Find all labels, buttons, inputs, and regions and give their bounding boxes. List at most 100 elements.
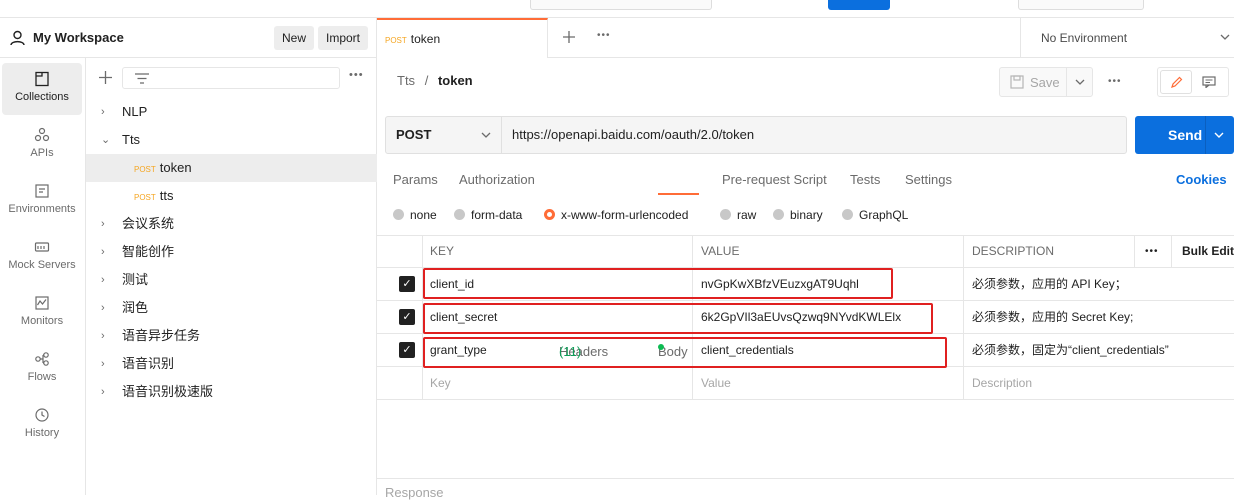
radio-dot (842, 209, 853, 220)
tree-item-label: 语音异步任务 (122, 328, 201, 343)
tree-item-folder[interactable]: › 语音识别 (86, 350, 377, 378)
breadcrumb: Tts / token (397, 73, 473, 88)
search-bar-edge[interactable] (530, 0, 712, 10)
top-button-edge[interactable] (828, 0, 890, 10)
environment-select[interactable]: No Environment (1020, 18, 1234, 58)
chevron-down-icon (481, 132, 491, 138)
tab-params[interactable]: Params (393, 172, 438, 187)
table-header: KEY VALUE DESCRIPTION ••• Bulk Edit (377, 235, 1234, 268)
tree-toolbar: ••• (86, 58, 377, 98)
request-tab-bar: POST token ••• No Environment (377, 18, 1234, 58)
key-placeholder[interactable]: Key (422, 367, 451, 400)
radio-none[interactable]: none (393, 208, 437, 222)
tree-item-label: 测试 (122, 272, 149, 287)
rail-mock-servers[interactable]: Mock Servers (2, 231, 82, 283)
tree-item-folder[interactable]: › NLP (86, 98, 377, 126)
radio-raw[interactable]: raw (720, 208, 756, 222)
request-more-icon[interactable]: ••• (1108, 76, 1122, 87)
method-label: POST (396, 127, 432, 142)
history-icon (35, 408, 49, 422)
breadcrumb-parent[interactable]: Tts (397, 73, 415, 88)
tab-token[interactable]: POST token (377, 18, 548, 58)
tree-item-label: 语音识别 (122, 356, 175, 371)
method-badge: POST (134, 165, 156, 174)
rail-monitors[interactable]: Monitors (2, 287, 82, 339)
row-checkbox[interactable]: ✓ (399, 309, 415, 325)
value-placeholder[interactable]: Value (693, 367, 731, 400)
chevron-down-icon[interactable] (1075, 79, 1085, 86)
row-description[interactable]: 必须参数，应用的 API Key； (964, 268, 1234, 301)
import-button[interactable]: Import (318, 26, 369, 50)
description-placeholder[interactable]: Description (964, 367, 1032, 400)
tree-item-label: 会议系统 (122, 216, 175, 231)
rail-environments[interactable]: Environments (2, 175, 82, 227)
rail-history[interactable]: History (2, 399, 82, 451)
tree-item-folder[interactable]: › 测试 (86, 266, 377, 294)
radio-label: raw (737, 208, 757, 222)
environment-label: No Environment (1041, 31, 1128, 45)
tree-item-request-tts[interactable]: POST tts (86, 182, 377, 210)
rail-label: Mock Servers (8, 259, 76, 271)
table-more-icon[interactable]: ••• (1137, 235, 1159, 268)
top-control-edge[interactable] (1018, 0, 1144, 10)
tab-tests[interactable]: Tests (850, 172, 880, 187)
new-tab-icon[interactable] (563, 31, 575, 43)
tree-item-label: Tts (122, 132, 141, 147)
chevron-right-icon: › (101, 358, 105, 370)
tab-label: token (410, 32, 441, 46)
tree-item-folder[interactable]: › 语音识别极速版 (86, 378, 377, 406)
radio-dot-selected (544, 209, 555, 220)
view-toggle (1157, 67, 1229, 97)
tree-item-folder[interactable]: › 智能创作 (86, 238, 377, 266)
radio-graphql[interactable]: GraphQL (842, 208, 908, 222)
cookies-link[interactable]: Cookies (1176, 172, 1227, 187)
rail-flows[interactable]: Flows (2, 343, 82, 395)
radio-binary[interactable]: binary (773, 208, 823, 222)
chevron-right-icon: › (101, 218, 105, 230)
radio-urlencoded[interactable]: x-www-form-urlencoded (544, 208, 688, 222)
tree-item-label: token (159, 160, 192, 175)
row-description[interactable]: 必须参数，固定为“client_credentials” (964, 334, 1234, 367)
row-checkbox[interactable]: ✓ (399, 342, 415, 358)
chevron-right-icon: › (101, 330, 105, 342)
method-select[interactable]: POST (386, 117, 502, 153)
rail-collections[interactable]: Collections (2, 63, 82, 115)
rail-apis[interactable]: APIs (2, 119, 82, 171)
environments-icon (35, 184, 49, 198)
chevron-right-icon: › (101, 386, 105, 398)
filter-input[interactable] (122, 67, 340, 89)
radio-label: x-www-form-urlencoded (561, 208, 689, 222)
tree-item-request-token[interactable]: POST token (86, 154, 377, 182)
tab-settings[interactable]: Settings (905, 172, 952, 187)
edit-toggle[interactable] (1160, 70, 1192, 94)
row-checkbox[interactable]: ✓ (399, 276, 415, 292)
new-button[interactable]: New (274, 26, 315, 50)
radio-form-data[interactable]: form-data (454, 208, 522, 222)
send-button[interactable]: Send (1135, 116, 1234, 154)
comments-icon[interactable] (1202, 76, 1216, 88)
collections-tree: ••• › NLP ⌄ Tts POST token POST tts › 会议系统… (86, 58, 377, 495)
url-bar: POST https://openapi.baidu.com/oauth/2.0… (385, 116, 1127, 154)
tab-pre-request-script[interactable]: Pre-request Script (722, 172, 827, 187)
table-row-empty: Key Value Description (377, 367, 1234, 400)
row-description[interactable]: 必须参数，应用的 Secret Key; (964, 301, 1234, 334)
chevron-down-icon[interactable] (1214, 132, 1224, 139)
bulk-edit-link[interactable]: Bulk Edit (1174, 235, 1234, 268)
workspace-title: My Workspace (33, 30, 124, 45)
tree-item-folder[interactable]: › 会议系统 (86, 210, 377, 238)
tree-item-label: tts (159, 188, 174, 203)
highlight-box (423, 303, 933, 334)
tree-item-folder[interactable]: › 润色 (86, 294, 377, 322)
tab-authorization[interactable]: Authorization (459, 172, 535, 187)
tree-more-icon[interactable]: ••• (349, 69, 364, 81)
url-input[interactable]: https://openapi.baidu.com/oauth/2.0/toke… (512, 117, 754, 153)
save-button[interactable]: Save (1030, 75, 1060, 90)
rail-label: History (24, 427, 60, 439)
add-collection-icon[interactable] (99, 71, 112, 84)
tree-item-folder-open[interactable]: ⌄ Tts (86, 126, 377, 154)
highlight-box (423, 268, 893, 299)
column-divider (1171, 235, 1172, 268)
tree-item-folder[interactable]: › 语音异步任务 (86, 322, 377, 350)
tab-more-icon[interactable]: ••• (597, 30, 611, 41)
rail-label: Environments (8, 203, 76, 215)
